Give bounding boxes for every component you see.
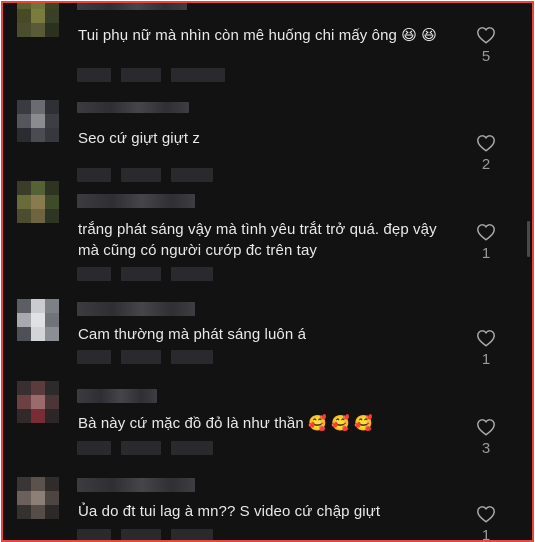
username-redacted[interactable] xyxy=(77,302,195,316)
avatar-pixel xyxy=(31,209,45,223)
avatar-pixel xyxy=(45,381,59,395)
avatar[interactable] xyxy=(17,477,59,519)
avatar-pixel xyxy=(31,505,45,519)
avatar[interactable] xyxy=(17,3,59,37)
avatar-pixel xyxy=(31,409,45,423)
avatar-pixel xyxy=(45,327,59,341)
avatar-pixel xyxy=(17,128,31,142)
heart-icon[interactable] xyxy=(473,134,499,152)
avatar-pixel xyxy=(17,299,31,313)
avatar-pixel xyxy=(31,23,45,37)
avatar[interactable] xyxy=(17,181,59,223)
avatar-pixel xyxy=(17,209,31,223)
avatar-pixel xyxy=(31,128,45,142)
avatar-pixel xyxy=(17,409,31,423)
comment-meta-redacted xyxy=(77,267,213,281)
comment-meta-redacted xyxy=(77,68,225,82)
avatar-pixel xyxy=(45,491,59,505)
like-control[interactable]: 5 xyxy=(473,26,499,66)
avatar-pixel xyxy=(31,9,45,23)
avatar-pixel xyxy=(17,195,31,209)
avatar-pixel xyxy=(31,491,45,505)
avatar-pixel xyxy=(45,181,59,195)
avatar[interactable] xyxy=(17,381,59,423)
comment-text: Ủa do đt tui lag à mn?? S video cứ chập … xyxy=(78,503,381,520)
avatar-pixel xyxy=(31,181,45,195)
avatar-pixel xyxy=(17,313,31,327)
avatar-pixel xyxy=(17,23,31,37)
avatar-pixel xyxy=(45,313,59,327)
heart-icon[interactable] xyxy=(473,223,499,241)
avatar-pixel xyxy=(45,409,59,423)
avatar-pixel xyxy=(45,395,59,409)
comment-meta-redacted xyxy=(77,350,213,364)
like-control[interactable]: 1 xyxy=(473,223,499,263)
avatar-pixel xyxy=(45,209,59,223)
avatar-pixel xyxy=(17,381,31,395)
like-control[interactable]: 1 xyxy=(473,505,499,542)
comment-text: Tui phụ nữ mà nhìn còn mê huống chi mấy … xyxy=(78,27,437,44)
avatar-pixel xyxy=(45,100,59,114)
comment-text: Bà này cứ mặc đồ đỏ là như thần 🥰 🥰 🥰 xyxy=(78,415,373,432)
avatar-pixel xyxy=(31,299,45,313)
avatar-pixel xyxy=(45,195,59,209)
avatar-pixel xyxy=(31,381,45,395)
heart-icon[interactable] xyxy=(473,26,499,44)
comments-panel: Tui phụ nữ mà nhìn còn mê huống chi mấy … xyxy=(1,1,534,542)
avatar-pixel xyxy=(17,9,31,23)
like-count: 5 xyxy=(481,48,491,65)
avatar-pixel xyxy=(17,100,31,114)
comment-meta-redacted xyxy=(77,529,213,540)
avatar-pixel xyxy=(17,477,31,491)
avatar-pixel xyxy=(45,505,59,519)
avatar-pixel xyxy=(31,313,45,327)
like-count: 3 xyxy=(481,440,491,457)
like-count: 1 xyxy=(481,245,491,262)
username-redacted[interactable] xyxy=(77,478,195,492)
heart-icon[interactable] xyxy=(473,329,499,347)
avatar-pixel xyxy=(17,327,31,341)
avatar-pixel xyxy=(17,3,31,9)
avatar[interactable] xyxy=(17,299,59,341)
comment-text: Seo cứ giựt giựt z xyxy=(78,130,200,147)
avatar-pixel xyxy=(45,114,59,128)
avatar-pixel xyxy=(17,181,31,195)
like-control[interactable]: 3 xyxy=(473,418,499,458)
scrollbar[interactable] xyxy=(527,221,530,257)
avatar-pixel xyxy=(17,114,31,128)
username-redacted[interactable] xyxy=(77,194,195,208)
avatar-pixel xyxy=(45,23,59,37)
username-redacted[interactable] xyxy=(77,389,157,403)
heart-icon[interactable] xyxy=(473,418,499,436)
username-redacted[interactable] xyxy=(77,3,187,10)
avatar-pixel xyxy=(31,327,45,341)
avatar-pixel xyxy=(31,195,45,209)
like-control[interactable]: 1 xyxy=(473,329,499,369)
avatar-pixel xyxy=(31,477,45,491)
avatar-pixel xyxy=(31,114,45,128)
avatar-pixel xyxy=(31,100,45,114)
like-count: 1 xyxy=(481,527,491,542)
avatar-pixel xyxy=(17,491,31,505)
like-count: 1 xyxy=(481,351,491,368)
comment-text: Cam thường mà phát sáng luôn á xyxy=(78,326,307,343)
avatar-pixel xyxy=(31,395,45,409)
avatar-pixel xyxy=(45,477,59,491)
like-control[interactable]: 2 xyxy=(473,134,499,174)
heart-icon[interactable] xyxy=(473,505,499,523)
avatar-pixel xyxy=(45,9,59,23)
comment-text: trắng phát sáng vậy mà tình yêu trắt trở… xyxy=(78,221,437,259)
comment-meta-redacted xyxy=(77,168,213,182)
avatar-pixel xyxy=(45,3,59,9)
avatar[interactable] xyxy=(17,100,59,142)
like-count: 2 xyxy=(481,156,491,173)
username-redacted[interactable] xyxy=(77,102,189,113)
comment-meta-redacted xyxy=(77,441,213,455)
avatar-pixel xyxy=(17,505,31,519)
avatar-pixel xyxy=(31,3,45,9)
avatar-pixel xyxy=(17,395,31,409)
avatar-pixel xyxy=(45,128,59,142)
avatar-pixel xyxy=(45,299,59,313)
